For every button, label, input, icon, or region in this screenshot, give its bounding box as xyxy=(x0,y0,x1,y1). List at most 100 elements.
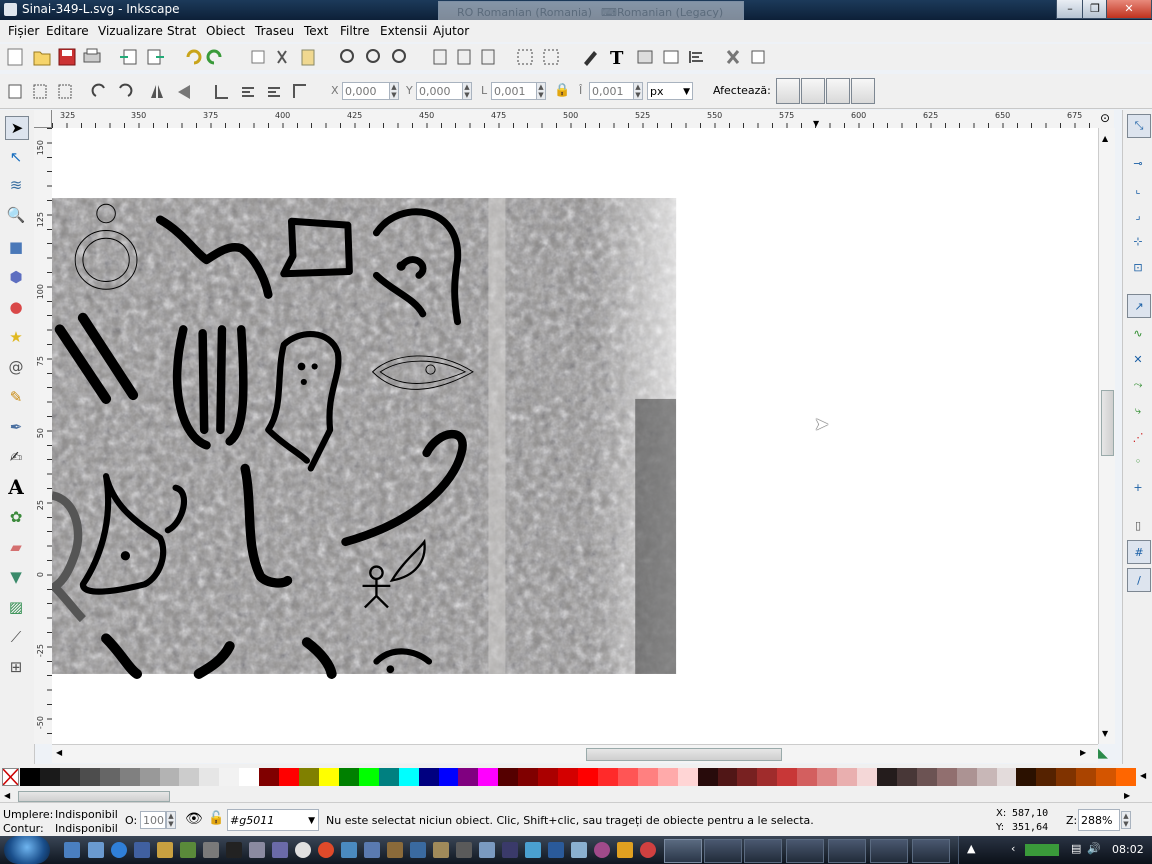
maximize-button[interactable]: ❐ xyxy=(1082,0,1108,19)
app-icon-7[interactable] xyxy=(479,842,495,858)
color-swatch[interactable] xyxy=(299,768,319,786)
color-swatch[interactable] xyxy=(139,768,160,786)
ime-layout[interactable]: Romanian (Legacy) xyxy=(617,6,723,19)
menu-path[interactable]: Traseu xyxy=(255,24,294,38)
color-swatch[interactable] xyxy=(777,768,798,786)
menu-extensions[interactable]: Extensii xyxy=(380,24,427,38)
color-swatch[interactable] xyxy=(1116,768,1137,786)
taskbar-window-2[interactable] xyxy=(704,839,742,863)
minimize-button[interactable]: – xyxy=(1056,0,1084,19)
scroll-right-icon[interactable]: ▶ xyxy=(1124,791,1130,800)
scroll-up-icon[interactable]: ▲ xyxy=(1102,134,1108,143)
color-swatch[interactable] xyxy=(259,768,280,786)
color-swatch[interactable] xyxy=(637,768,658,786)
app-icon-2[interactable] xyxy=(364,842,380,858)
color-swatch[interactable] xyxy=(199,768,220,786)
zoom-spinner[interactable]: ▲ ▼ xyxy=(1121,811,1131,829)
color-swatch[interactable] xyxy=(398,768,419,786)
color-swatch[interactable] xyxy=(558,768,579,786)
color-swatch[interactable] xyxy=(896,768,917,786)
color-swatch[interactable] xyxy=(936,768,957,786)
color-swatch[interactable] xyxy=(1076,768,1097,786)
scroll-left-icon[interactable]: ◀ xyxy=(56,748,62,757)
network-icon[interactable]: ▤ xyxy=(1071,842,1081,855)
color-swatch[interactable] xyxy=(857,768,877,786)
terminal-icon[interactable] xyxy=(226,842,242,858)
layer-visibility-icon[interactable]: 👁 xyxy=(185,811,203,827)
dropper-tool[interactable]: ⟋ xyxy=(5,626,27,648)
app-icon-13[interactable] xyxy=(640,842,656,858)
menu-view[interactable]: Vizualizare xyxy=(98,24,163,38)
text-tool[interactable]: A xyxy=(5,475,27,499)
color-swatch[interactable] xyxy=(1096,768,1117,786)
clock[interactable]: 08:02 xyxy=(1112,843,1144,856)
ellipse-tool[interactable]: ● xyxy=(5,296,27,318)
color-swatch[interactable] xyxy=(757,768,778,786)
palette-menu-icon[interactable]: ◀ xyxy=(1140,771,1146,780)
snap-path-icon[interactable]: ∿ xyxy=(1127,322,1149,344)
color-swatch[interactable] xyxy=(677,768,698,786)
height-spinner[interactable]: ▲ ▼ xyxy=(633,82,643,100)
taskbar-window-4[interactable] xyxy=(786,839,824,863)
color-swatch[interactable] xyxy=(578,768,598,786)
ruler-horizontal[interactable]: 325 350 375 400 425 450 475 500 525 550 … xyxy=(52,110,1098,129)
color-swatch[interactable] xyxy=(717,768,738,786)
chrome-icon[interactable] xyxy=(318,842,334,858)
eraser-tool[interactable]: ▰ xyxy=(5,536,27,558)
width-spinner[interactable]: ▲ ▼ xyxy=(536,82,546,100)
color-swatch[interactable] xyxy=(597,768,618,786)
taskbar-window-inkscape[interactable] xyxy=(664,839,702,863)
color-swatch[interactable] xyxy=(99,768,120,786)
y-input[interactable]: 0,000 xyxy=(416,82,464,100)
opacity-spinner[interactable]: ▲ ▼ xyxy=(166,811,176,829)
snap-enable-icon[interactable]: ⤡ xyxy=(1127,114,1151,138)
horizontal-scrollbar[interactable]: ◀ ▶ xyxy=(52,744,1098,763)
tweak-tool[interactable]: ≋ xyxy=(5,174,27,196)
layer-select[interactable]: #g5011 ▼ xyxy=(227,809,319,831)
color-swatch[interactable] xyxy=(797,768,818,786)
no-paint-swatch[interactable] xyxy=(2,768,19,786)
snap-bbox-midpoint-icon[interactable]: ⊹ xyxy=(1127,230,1149,252)
php-icon[interactable] xyxy=(272,842,288,858)
gradient-tool[interactable]: ▨ xyxy=(5,596,27,618)
box-3d-tool[interactable]: ⬢ xyxy=(5,266,27,288)
taskbar-window-7[interactable] xyxy=(912,839,950,863)
color-swatch[interactable] xyxy=(59,768,80,786)
color-swatch[interactable] xyxy=(20,768,40,786)
node-tool[interactable]: ↖ xyxy=(5,146,27,168)
fill-value[interactable]: Indisponibil xyxy=(55,808,118,821)
color-swatch[interactable] xyxy=(39,768,60,786)
app-icon-8[interactable] xyxy=(502,842,518,858)
color-swatch[interactable] xyxy=(179,768,200,786)
snap-cusp-node-icon[interactable]: ⤷ xyxy=(1127,400,1149,422)
affect-patterns-button[interactable] xyxy=(851,78,875,104)
lock-icon[interactable]: 🔒 xyxy=(554,83,570,98)
network-icon[interactable] xyxy=(341,842,357,858)
color-swatch[interactable] xyxy=(538,768,559,786)
color-swatch[interactable] xyxy=(916,768,937,786)
vlc-icon[interactable] xyxy=(617,842,633,858)
color-swatch[interactable] xyxy=(1016,768,1037,786)
stroke-value[interactable]: Indisponibil xyxy=(55,822,118,835)
taskbar-window-5[interactable] xyxy=(828,839,866,863)
color-swatch[interactable] xyxy=(817,768,838,786)
menu-object[interactable]: Obiect xyxy=(206,24,245,38)
x-input[interactable]: 0,000 xyxy=(342,82,390,100)
color-swatch[interactable] xyxy=(438,768,459,786)
palette-scroll-thumb[interactable] xyxy=(18,791,170,802)
unit-select[interactable]: px ▼ xyxy=(647,82,693,100)
color-swatch[interactable] xyxy=(737,768,758,786)
width-input[interactable]: 0,001 xyxy=(491,82,537,100)
zoom-tool[interactable]: 🔍 xyxy=(5,204,27,226)
color-swatch[interactable] xyxy=(279,768,300,786)
zoom-fit-icon[interactable]: ⊙ xyxy=(1098,110,1114,128)
zoom-input[interactable]: 288% xyxy=(1078,809,1120,831)
folder-icon[interactable] xyxy=(157,842,173,858)
vertical-scroll-thumb[interactable] xyxy=(1101,390,1114,456)
snap-line-midpoint-icon[interactable]: ⋰ xyxy=(1127,426,1149,448)
connector-tool[interactable]: ⊞ xyxy=(5,656,27,678)
color-swatch[interactable] xyxy=(498,768,519,786)
snap-bbox-center-icon[interactable]: ⊡ xyxy=(1127,256,1149,278)
opacity-input[interactable]: 100 xyxy=(140,811,166,829)
show-desktop-icon[interactable] xyxy=(64,842,80,858)
